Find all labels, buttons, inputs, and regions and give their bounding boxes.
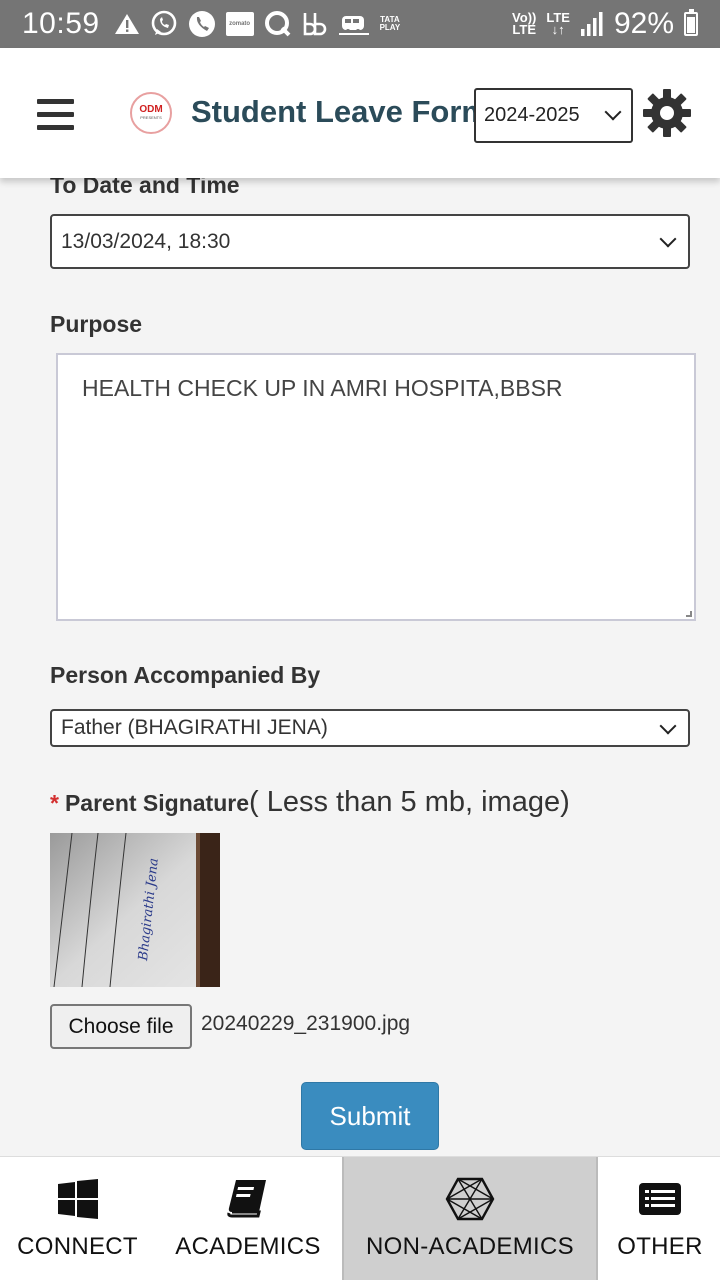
notification-icons: zomato TATA PLAY	[114, 10, 401, 38]
battery-icon	[684, 9, 698, 36]
menu-icon[interactable]	[37, 99, 74, 130]
accompanied-label: Person Accompanied By	[50, 662, 321, 688]
book-icon	[227, 1180, 266, 1218]
required-mark: *	[50, 790, 59, 816]
system-icons: Vo)) LTE LTE ↓↑ 92%	[512, 7, 698, 41]
hexagon-icon	[445, 1177, 495, 1221]
status-time: 10:59	[22, 7, 100, 40]
academic-year-select[interactable]: 2024-2025	[474, 88, 633, 143]
whatsapp-icon	[151, 10, 176, 36]
list-icon	[639, 1183, 681, 1215]
app-header: ODM PRESENTS Student Leave Form 2024-202…	[0, 48, 720, 178]
purpose-value: HEALTH CHECK UP IN AMRI HOSPITA,BBSR	[82, 375, 563, 401]
volte-indicator: Vo)) LTE	[512, 10, 537, 37]
chevron-down-icon	[604, 103, 622, 121]
chevron-down-icon	[659, 230, 677, 248]
choose-file-button[interactable]: Choose file	[50, 1004, 192, 1049]
nav-non-academics[interactable]: NON-ACADEMICS	[342, 1157, 598, 1280]
status-bar: 10:59 zomato TATA PLAY Vo)) LTE LTE ↓↑ 9…	[0, 0, 720, 48]
to-date-value: 13/03/2024, 18:30	[61, 229, 231, 253]
school-logo: ODM PRESENTS	[130, 92, 172, 134]
phone-icon	[188, 11, 215, 37]
page-title: Student Leave Form	[191, 94, 476, 129]
selected-file-name: 20240229_231900.jpg	[201, 1012, 411, 1035]
battery-percent: 92%	[613, 7, 674, 40]
accompanied-value: Father (BHAGIRATHI JENA)	[61, 716, 328, 739]
nav-label: OTHER	[617, 1233, 703, 1260]
nav-label: NON-ACADEMICS	[366, 1233, 574, 1260]
resize-handle[interactable]	[686, 611, 692, 617]
tataplay-icon: TATA PLAY	[379, 15, 401, 32]
academic-year-value: 2024-2025	[484, 104, 580, 126]
q-icon	[264, 11, 290, 37]
nav-label: CONNECT	[17, 1233, 138, 1260]
signal-icon	[580, 12, 603, 36]
gear-icon[interactable]	[642, 88, 692, 138]
accompanied-select[interactable]: Father (BHAGIRATHI JENA)	[50, 709, 690, 747]
bottom-navigation: CONNECT ACADEMICS NON-ACADEMICS OTHER	[0, 1156, 720, 1280]
to-date-field[interactable]: 13/03/2024, 18:30	[50, 214, 690, 269]
lte-indicator: LTE ↓↑	[546, 10, 570, 37]
windows-icon	[57, 1179, 98, 1219]
purpose-label: Purpose	[50, 311, 143, 337]
purpose-textarea[interactable]: HEALTH CHECK UP IN AMRI HOSPITA,BBSR	[56, 353, 696, 621]
warning-icon	[114, 14, 139, 34]
zomato-icon: zomato	[225, 12, 254, 36]
nav-connect[interactable]: CONNECT	[0, 1157, 155, 1280]
nav-other[interactable]: OTHER	[605, 1157, 715, 1280]
signature-image: Bhagirathi Jena	[50, 833, 220, 987]
nav-label: ACADEMICS	[175, 1233, 321, 1260]
submit-button[interactable]: Submit	[301, 1082, 439, 1150]
bb-icon	[303, 13, 326, 36]
train-icon	[338, 16, 369, 35]
signature-hint: ( Less than 5 mb, image)	[249, 786, 570, 818]
nav-academics[interactable]: ACADEMICS	[168, 1157, 328, 1280]
chevron-down-icon	[659, 717, 677, 735]
signature-label-text: Parent Signature	[64, 790, 249, 816]
signature-label: * Parent Signature( Less than 5 mb, image…	[50, 786, 570, 819]
